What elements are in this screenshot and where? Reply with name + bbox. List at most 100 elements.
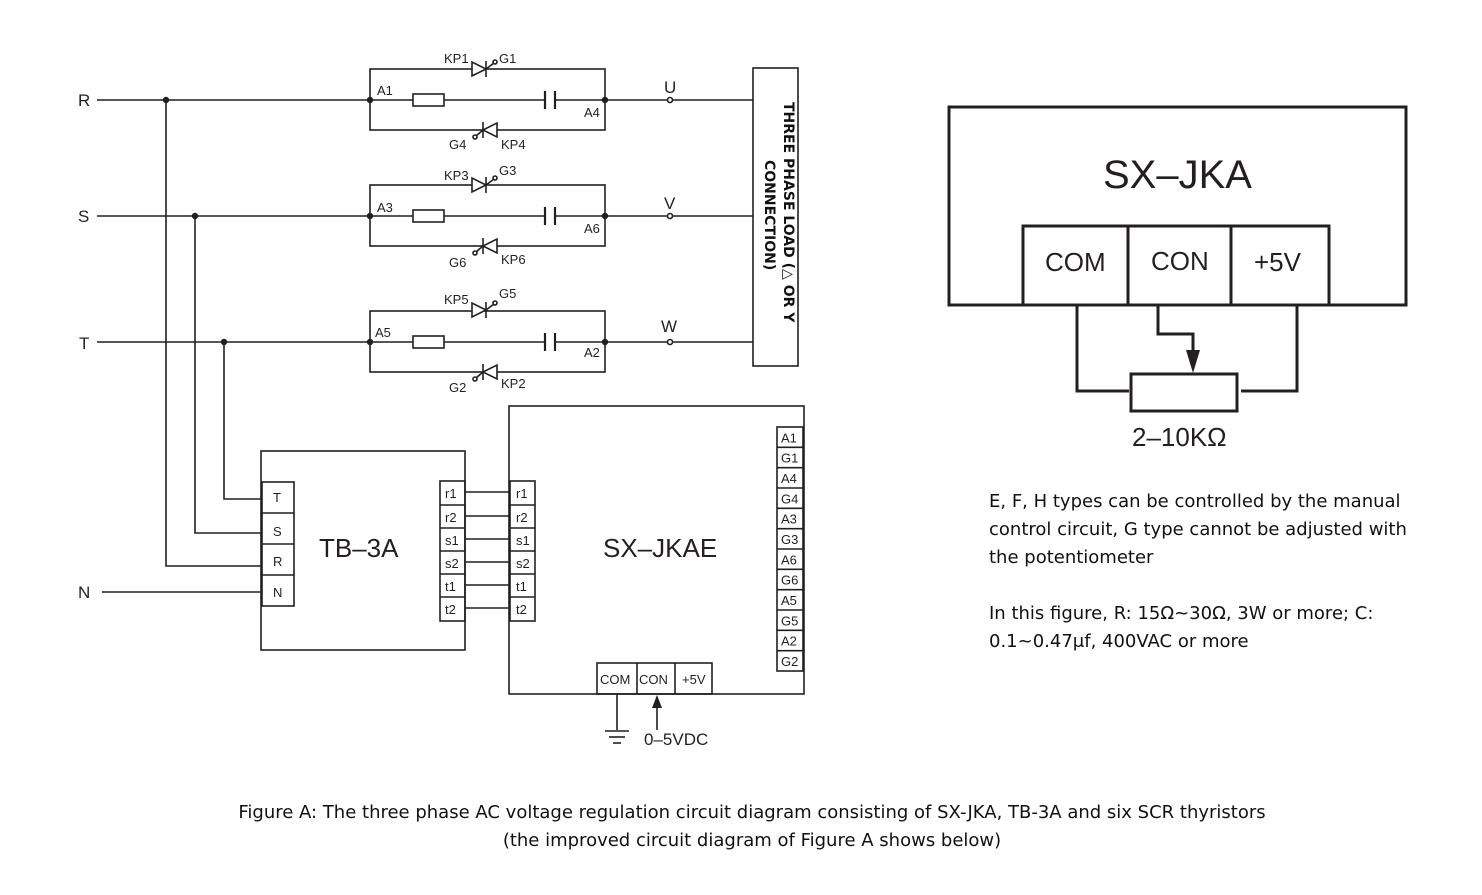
svg-text:G1: G1 (499, 51, 516, 66)
ground-icon (605, 730, 629, 744)
phase-label-n: N (78, 583, 90, 602)
junction-dot (220, 338, 228, 346)
svg-text:t1: t1 (516, 579, 527, 594)
scr-branch-1: A1 A4 KP1 G1 G4 KP4 U (366, 51, 753, 152)
wire-r-tap (165, 100, 262, 567)
note-components: In this figure, R: 15Ω~30Ω, 3W or more; … (989, 603, 1374, 652)
gate-terminal-label: A6 (781, 552, 797, 567)
svg-text:A1: A1 (377, 83, 393, 98)
svg-text:G2: G2 (449, 380, 466, 395)
svg-text:A6: A6 (584, 221, 600, 236)
svg-text:G3: G3 (499, 163, 516, 178)
gate-terminal-label: G1 (781, 451, 798, 466)
svg-text:G5: G5 (499, 286, 516, 301)
notes: E, F, H types can be controlled by the m… (989, 488, 1409, 684)
junction-dot (191, 212, 199, 220)
junction-dot (162, 96, 170, 104)
svg-text:A3: A3 (377, 200, 393, 215)
tb3a-module: TB–3A T S R N r1 r2 s1 s2 t1 t2 (260, 450, 466, 651)
gate-terminal-label: A2 (781, 634, 797, 649)
svg-text:KP5: KP5 (444, 292, 469, 307)
svg-text:s1: s1 (516, 533, 530, 548)
scr-branch-3: A5 A2 KP5 G5 G2 KP2 W (366, 286, 753, 395)
scr-branch-2: A3 A6 KP3 G3 G6 KP6 V (366, 163, 753, 270)
resistor-icon (412, 335, 445, 349)
thyristor-icon (471, 301, 488, 319)
svg-text:N: N (273, 585, 282, 600)
gate-terminal-label: G5 (781, 613, 798, 628)
svg-text:CON: CON (639, 672, 668, 687)
svg-text:r1: r1 (516, 486, 528, 501)
svg-text:+5V: +5V (682, 672, 706, 687)
gate-terminal-label: A3 (781, 512, 797, 527)
svg-text:KP1: KP1 (444, 51, 469, 66)
gate-terminal-label: A4 (781, 471, 797, 486)
thyristor-icon (481, 363, 498, 381)
thyristor-icon (471, 176, 488, 194)
phase-label-r: R (78, 91, 90, 110)
thyristor-icon (471, 60, 488, 78)
output-terminal (666, 338, 674, 346)
svg-text:s1: s1 (445, 533, 459, 548)
gate-terminal-label: G4 (781, 491, 798, 506)
load-label-line2: CONNECTION) (761, 160, 777, 270)
svg-text:S: S (273, 524, 282, 539)
gate-terminal-label: A5 (781, 593, 797, 608)
svg-text:T: T (273, 490, 281, 505)
svg-text:A5: A5 (375, 325, 391, 340)
potentiometer-label: 2–10KΩ (1132, 422, 1227, 452)
circuit-diagram: R S T N A1 A4 KP1 G1 G4 KP4 U A3 A6 KP3 … (78, 51, 1408, 749)
svg-text:+5V: +5V (1254, 247, 1302, 277)
gate-terminal-label: G6 (781, 573, 798, 588)
gate-terminal-label: G3 (781, 532, 798, 547)
control-signal-label: 0–5VDC (644, 730, 708, 749)
output-terminal (666, 96, 674, 104)
figure-caption: Figure A: The three phase AC voltage reg… (0, 799, 1482, 855)
three-phase-load: THREE PHASE LOAD (△ OR Y CONNECTION) (752, 67, 799, 367)
phase-label-s: S (78, 207, 89, 226)
svg-text:s2: s2 (445, 556, 459, 571)
svg-text:U: U (664, 78, 676, 97)
tb3a-to-sxjkae-wires (465, 491, 510, 609)
resistor-icon (412, 209, 445, 223)
svg-text:r1: r1 (445, 486, 457, 501)
svg-text:CON: CON (1151, 246, 1209, 276)
tb3a-title: TB–3A (319, 533, 399, 563)
svg-text:COM: COM (600, 672, 630, 687)
svg-text:KP3: KP3 (444, 168, 469, 183)
svg-text:W: W (661, 317, 677, 336)
svg-text:G6: G6 (449, 255, 466, 270)
wire-t-tap (223, 342, 262, 500)
caption-line-1: Figure A: The three phase AC voltage reg… (238, 802, 1266, 823)
thyristor-icon (481, 237, 498, 255)
phase-label-t: T (79, 334, 89, 353)
gate-terminal-label: G2 (781, 654, 798, 669)
svg-text:t2: t2 (445, 602, 456, 617)
sxjkae-title: SX–JKAE (603, 533, 717, 563)
gate-terminal-label: A1 (781, 430, 797, 445)
svg-text:V: V (664, 194, 676, 213)
svg-text:s2: s2 (516, 556, 530, 571)
note-types: E, F, H types can be controlled by the m… (989, 491, 1407, 568)
load-label-line1: THREE PHASE LOAD (△ OR Y (780, 102, 796, 323)
svg-text:KP6: KP6 (501, 252, 526, 267)
sxjka-title: SX–JKA (1103, 153, 1252, 197)
svg-text:R: R (273, 554, 282, 569)
sxjka-module: SX–JKA COM CON +5V 2–10KΩ (947, 105, 1408, 452)
svg-text:COM: COM (1045, 247, 1106, 277)
thyristor-icon (481, 121, 498, 139)
svg-text:KP2: KP2 (501, 376, 526, 391)
output-terminal (666, 212, 674, 220)
wiper-arrow-icon (1186, 350, 1200, 373)
sxjkae-module: SX–JKAE r1 r2 s1 s2 t1 t2 A1 G1 A4 G4 A3 G3 A6… (508, 405, 805, 749)
svg-text:t1: t1 (445, 579, 456, 594)
resistor-icon (412, 93, 445, 107)
svg-text:t2: t2 (516, 602, 527, 617)
svg-text:KP4: KP4 (501, 137, 526, 152)
svg-text:r2: r2 (516, 510, 528, 525)
svg-text:G4: G4 (449, 137, 466, 152)
caption-line-2: (the improved circuit diagram of Figure … (502, 830, 1002, 851)
wire-s-tap (194, 216, 262, 534)
potentiometer-icon (1129, 372, 1239, 413)
svg-text:A2: A2 (584, 345, 600, 360)
